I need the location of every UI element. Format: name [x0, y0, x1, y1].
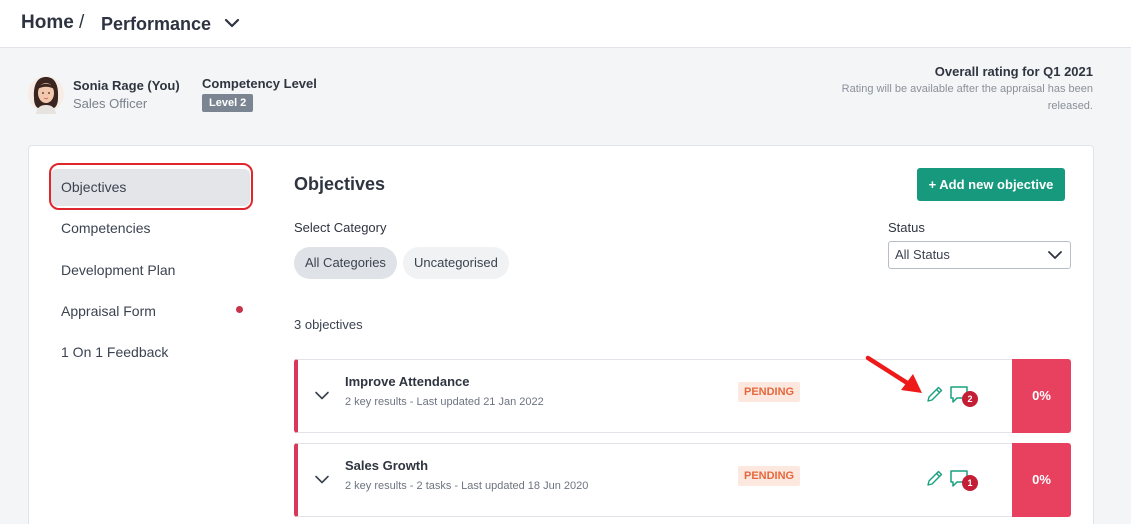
comment-count-badge: 2: [962, 391, 978, 407]
category-chip-uncategorised[interactable]: Uncategorised: [403, 247, 509, 279]
objective-meta: 2 key results - 2 tasks - Last updated 1…: [345, 480, 589, 492]
expand-chevron-icon[interactable]: [314, 390, 330, 401]
breadcrumb-home[interactable]: Home: [21, 12, 74, 34]
user-name: Sonia Rage (You): [73, 78, 180, 93]
objective-row[interactable]: Sales Growth 2 key results - 2 tasks - L…: [294, 443, 1071, 517]
objective-title[interactable]: Sales Growth: [345, 458, 428, 473]
chevron-down-icon[interactable]: [224, 17, 240, 29]
status-badge: PENDING: [738, 382, 801, 402]
sidebar-item-appraisal-form[interactable]: Appraisal Form: [61, 303, 156, 319]
top-bar: Home / Performance: [0, 0, 1131, 48]
sidebar-item-1on1-feedback[interactable]: 1 On 1 Feedback: [61, 344, 168, 360]
status-select[interactable]: All Status: [888, 241, 1071, 269]
breadcrumb-current[interactable]: Performance: [101, 14, 211, 35]
overall-rating-title: Overall rating for Q1 2021: [934, 64, 1093, 79]
objective-row[interactable]: Improve Attendance 2 key results - Last …: [294, 359, 1071, 433]
overall-rating-note: Rating will be available after the appra…: [841, 83, 1093, 112]
breadcrumb-separator: /: [79, 12, 85, 33]
edit-pencil-icon[interactable]: [925, 469, 944, 488]
objectives-card: Objectives Competencies Development Plan…: [28, 145, 1094, 524]
chevron-down-icon: [1048, 251, 1062, 259]
objective-score: 0%: [1012, 443, 1071, 517]
objective-score: 0%: [1012, 359, 1071, 433]
notification-dot: [236, 306, 243, 313]
objective-meta: 2 key results - Last updated 21 Jan 2022: [345, 396, 544, 408]
edit-pencil-icon[interactable]: [925, 385, 944, 404]
sidebar-item-competencies[interactable]: Competencies: [61, 220, 151, 236]
competency-level-badge: Level 2: [202, 94, 254, 112]
add-objective-button[interactable]: + Add new objective: [917, 168, 1065, 201]
user-role: Sales Officer: [73, 96, 148, 111]
sidebar-item-development-plan[interactable]: Development Plan: [61, 262, 175, 278]
avatar: [28, 76, 64, 114]
objectives-count: 3 objectives: [294, 317, 363, 332]
expand-chevron-icon[interactable]: [314, 474, 330, 485]
comment-count-badge: 1: [962, 475, 978, 491]
sidebar-item-objectives[interactable]: Objectives: [61, 179, 126, 195]
section-title: Objectives: [294, 174, 386, 194]
competency-label: Competency Level: [202, 76, 317, 91]
objective-title[interactable]: Improve Attendance: [345, 374, 470, 389]
status-select-value: All Status: [895, 247, 950, 262]
category-label: Select Category: [294, 220, 387, 235]
status-badge: PENDING: [738, 466, 801, 486]
status-label: Status: [888, 220, 925, 235]
category-chip-all[interactable]: All Categories: [294, 247, 397, 279]
